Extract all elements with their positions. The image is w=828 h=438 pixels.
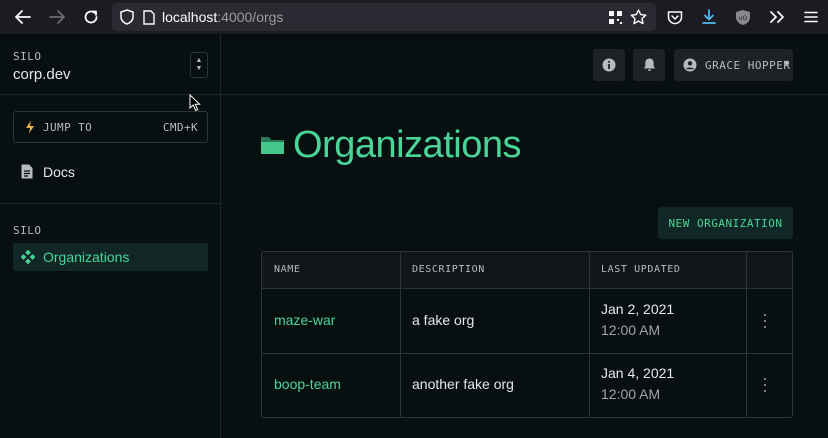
silo-info: SILO corp.dev — [13, 50, 71, 83]
page-icon — [138, 6, 160, 28]
updated-time: 12:00 AM — [601, 386, 661, 402]
reload-icon[interactable] — [80, 6, 102, 28]
star-icon[interactable] — [627, 6, 649, 28]
sidebar-item-label: Docs — [43, 164, 75, 180]
org-name-link[interactable]: boop-team — [274, 376, 341, 392]
info-icon — [602, 58, 616, 72]
org-description: a fake org — [412, 312, 475, 328]
sidebar-item-label: Organizations — [43, 249, 130, 265]
table-row: boop-team another fake org Jan 4, 2021 1… — [262, 354, 792, 417]
document-icon — [21, 164, 33, 179]
updated-date: Jan 2, 2021 — [601, 301, 675, 317]
app: SILO corp.dev ▲ ▼ JUMP TO CMD+K Docs SIL… — [0, 34, 828, 438]
column-header-description[interactable]: DESCRIPTION — [412, 264, 485, 275]
top-bar: GRACE HOPPER ▼ — [221, 34, 828, 95]
caret-down-icon: ▼ — [782, 58, 791, 68]
caret-down-icon: ▼ — [195, 65, 203, 72]
row-actions-icon[interactable] — [762, 314, 768, 328]
organizations-table: NAME DESCRIPTION LAST UPDATED maze-war a… — [261, 251, 793, 418]
jump-to-shortcut: CMD+K — [162, 121, 198, 134]
folder-icon — [261, 137, 284, 154]
notifications-button[interactable] — [633, 49, 665, 81]
sidebar-item-docs[interactable]: Docs — [13, 159, 208, 185]
row-actions-icon[interactable] — [762, 378, 768, 392]
column-header-name[interactable]: NAME — [274, 264, 300, 275]
jump-to-button[interactable]: JUMP TO CMD+K — [13, 111, 208, 143]
hamburger-menu-icon[interactable] — [800, 6, 822, 28]
overflow-chevrons-icon[interactable] — [766, 6, 788, 28]
column-header-last-updated[interactable]: LAST UPDATED — [601, 264, 680, 275]
org-description: another fake org — [412, 376, 514, 392]
org-name-link[interactable]: maze-war — [274, 312, 335, 328]
silo-name: corp.dev — [13, 66, 71, 83]
updated-date: Jan 4, 2021 — [601, 365, 675, 381]
table-row: maze-war a fake org Jan 2, 2021 12:00 AM — [262, 289, 792, 353]
sidebar-divider — [0, 94, 221, 95]
updated-time: 12:00 AM — [601, 322, 661, 338]
table-header: NAME DESCRIPTION LAST UPDATED — [262, 252, 792, 289]
back-icon[interactable] — [12, 6, 34, 28]
forward-icon[interactable] — [46, 6, 68, 28]
organizations-icon — [21, 250, 35, 264]
ublock-icon[interactable]: uO — [732, 6, 754, 28]
pocket-icon[interactable] — [664, 6, 686, 28]
user-name: GRACE HOPPER — [705, 59, 791, 72]
svg-text:uO: uO — [739, 15, 748, 22]
url-path: :4000/orgs — [217, 9, 284, 25]
page-title: Organizations — [293, 124, 521, 166]
qr-code-icon[interactable] — [604, 6, 626, 28]
url-text[interactable]: localhost:4000/orgs — [162, 9, 283, 25]
user-avatar-icon — [683, 58, 697, 72]
silo-label: SILO — [13, 50, 42, 63]
jump-to-label: JUMP TO — [43, 121, 93, 134]
url-host: localhost — [162, 9, 218, 25]
browser-toolbar: localhost:4000/orgs uO — [0, 0, 828, 34]
main-content: GRACE HOPPER ▼ Organizations NEW ORGANIZ… — [221, 34, 828, 438]
sidebar-section-label: SILO — [13, 224, 42, 237]
sidebar-item-organizations[interactable]: Organizations — [13, 243, 208, 271]
mouse-cursor-icon — [189, 94, 201, 112]
sidebar: SILO corp.dev ▲ ▼ JUMP TO CMD+K Docs SIL… — [0, 34, 221, 438]
lightning-icon — [26, 120, 34, 134]
download-icon[interactable] — [698, 6, 720, 28]
bell-icon — [643, 58, 655, 71]
sidebar-divider — [0, 203, 221, 204]
shield-icon[interactable] — [116, 6, 138, 28]
new-organization-label: NEW ORGANIZATION — [668, 217, 783, 230]
silo-switcher-button[interactable]: ▲ ▼ — [190, 52, 208, 78]
user-menu-button[interactable]: GRACE HOPPER ▼ — [674, 49, 793, 81]
new-organization-button[interactable]: NEW ORGANIZATION — [658, 207, 793, 239]
info-button[interactable] — [593, 49, 625, 81]
url-bar[interactable]: localhost:4000/orgs — [112, 3, 656, 31]
caret-up-icon: ▲ — [195, 57, 203, 64]
